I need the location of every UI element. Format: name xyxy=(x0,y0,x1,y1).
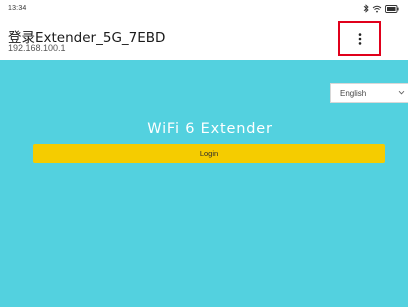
page-url: 192.168.100.1 xyxy=(8,43,66,53)
product-title: WiFi 6 Extender xyxy=(147,121,273,137)
battery-icon xyxy=(385,4,399,13)
status-bar: 13:34 xyxy=(0,0,408,18)
login-label: Login xyxy=(199,149,219,158)
more-menu-button[interactable] xyxy=(338,21,381,56)
more-vertical-icon xyxy=(358,32,361,45)
chevron-down-icon xyxy=(398,90,405,95)
login-button[interactable]: Login xyxy=(33,144,385,163)
bluetooth-icon xyxy=(363,4,369,13)
status-icons xyxy=(363,4,399,13)
webview-content: English WiFi 6 Extender Login xyxy=(0,60,408,307)
wifi-icon xyxy=(372,5,382,12)
language-select[interactable]: English xyxy=(330,83,408,103)
status-time: 13:34 xyxy=(8,5,27,12)
language-selected: English xyxy=(340,89,367,98)
app-header: 登录Extender_5G_7EBD 192.168.100.1 xyxy=(0,18,408,60)
